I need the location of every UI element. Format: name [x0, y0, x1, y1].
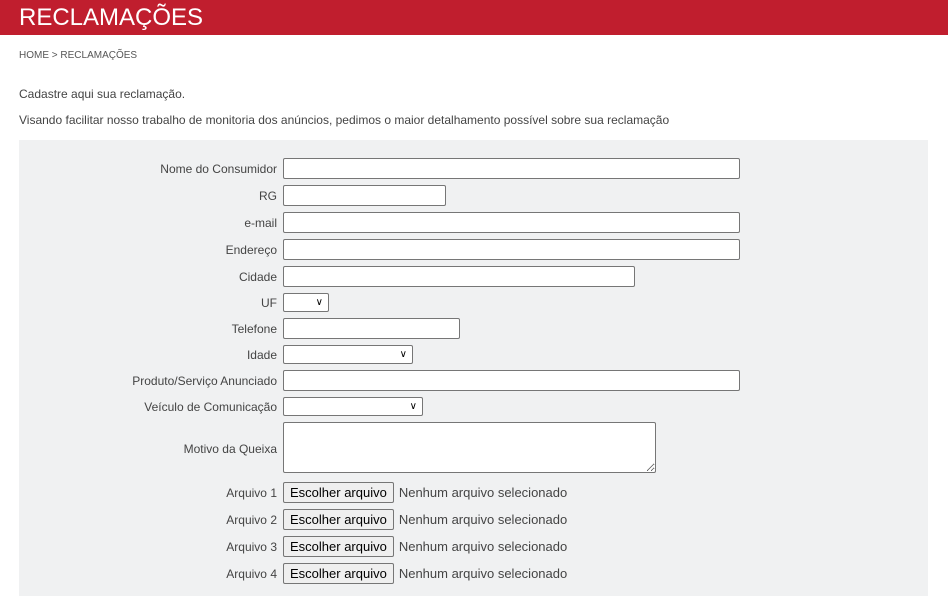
file-input-2: Escolher arquivo Nenhum arquivo selecion…: [283, 509, 567, 530]
label-idade: Idade: [246, 348, 277, 362]
page-header: RECLAMAÇÕES: [0, 0, 948, 35]
label-arquivo-4: Arquivo 4: [226, 567, 277, 581]
label-nome: Nome do Consumidor: [160, 162, 277, 176]
intro-text: Cadastre aqui sua reclamação.: [19, 87, 186, 101]
label-produto: Produto/Serviço Anunciado: [132, 374, 277, 388]
nome-consumidor-input[interactable]: [283, 158, 740, 179]
file-input-4: Escolher arquivo Nenhum arquivo selecion…: [283, 563, 567, 584]
label-uf: UF: [261, 296, 277, 310]
cidade-input[interactable]: [283, 266, 635, 287]
endereco-input[interactable]: [283, 239, 740, 260]
page-title: RECLAMAÇÕES: [19, 4, 204, 31]
label-rg: RG: [259, 189, 277, 203]
file-input-1: Escolher arquivo Nenhum arquivo selecion…: [283, 482, 567, 503]
chevron-down-icon: ∨: [315, 297, 323, 308]
file-input-3: Escolher arquivo Nenhum arquivo selecion…: [283, 536, 567, 557]
file-status: Nenhum arquivo selecionado: [398, 539, 568, 554]
email-input[interactable]: [283, 212, 740, 233]
choose-file-button[interactable]: Escolher arquivo: [283, 536, 394, 557]
file-status: Nenhum arquivo selecionado: [398, 512, 568, 527]
intro-detail-text: Visando facilitar nosso trabalho de moni…: [19, 113, 670, 127]
label-motivo: Motivo da Queixa: [183, 442, 277, 456]
motivo-queixa-textarea[interactable]: [283, 422, 656, 473]
row-idade: Idade ∨: [19, 345, 928, 364]
row-uf: UF ∨: [19, 293, 928, 312]
chevron-down-icon: ∨: [399, 349, 407, 360]
choose-file-button[interactable]: Escolher arquivo: [283, 482, 394, 503]
complaint-form: Nome do Consumidor RG e-mail Endereço Ci…: [19, 140, 928, 596]
label-veiculo: Veículo de Comunicação: [144, 400, 277, 414]
file-status: Nenhum arquivo selecionado: [398, 566, 568, 581]
file-status: Nenhum arquivo selecionado: [398, 485, 568, 500]
choose-file-button[interactable]: Escolher arquivo: [283, 563, 394, 584]
chevron-down-icon: ∨: [409, 401, 417, 412]
label-email: e-mail: [244, 216, 277, 230]
label-arquivo-2: Arquivo 2: [226, 513, 277, 527]
produto-servico-input[interactable]: [283, 370, 740, 391]
idade-select[interactable]: ∨: [283, 345, 413, 364]
uf-select[interactable]: ∨: [283, 293, 329, 312]
rg-input[interactable]: [283, 185, 446, 206]
breadcrumb: HOME > RECLAMAÇÕES: [19, 50, 138, 61]
row-veiculo: Veículo de Comunicação ∨: [19, 397, 928, 416]
veiculo-select[interactable]: ∨: [283, 397, 423, 416]
telefone-input[interactable]: [283, 318, 460, 339]
label-arquivo-3: Arquivo 3: [226, 540, 277, 554]
label-telefone: Telefone: [231, 322, 277, 336]
label-arquivo-1: Arquivo 1: [226, 486, 277, 500]
label-cidade: Cidade: [238, 270, 277, 284]
label-endereco: Endereço: [225, 243, 277, 257]
choose-file-button[interactable]: Escolher arquivo: [283, 509, 394, 530]
